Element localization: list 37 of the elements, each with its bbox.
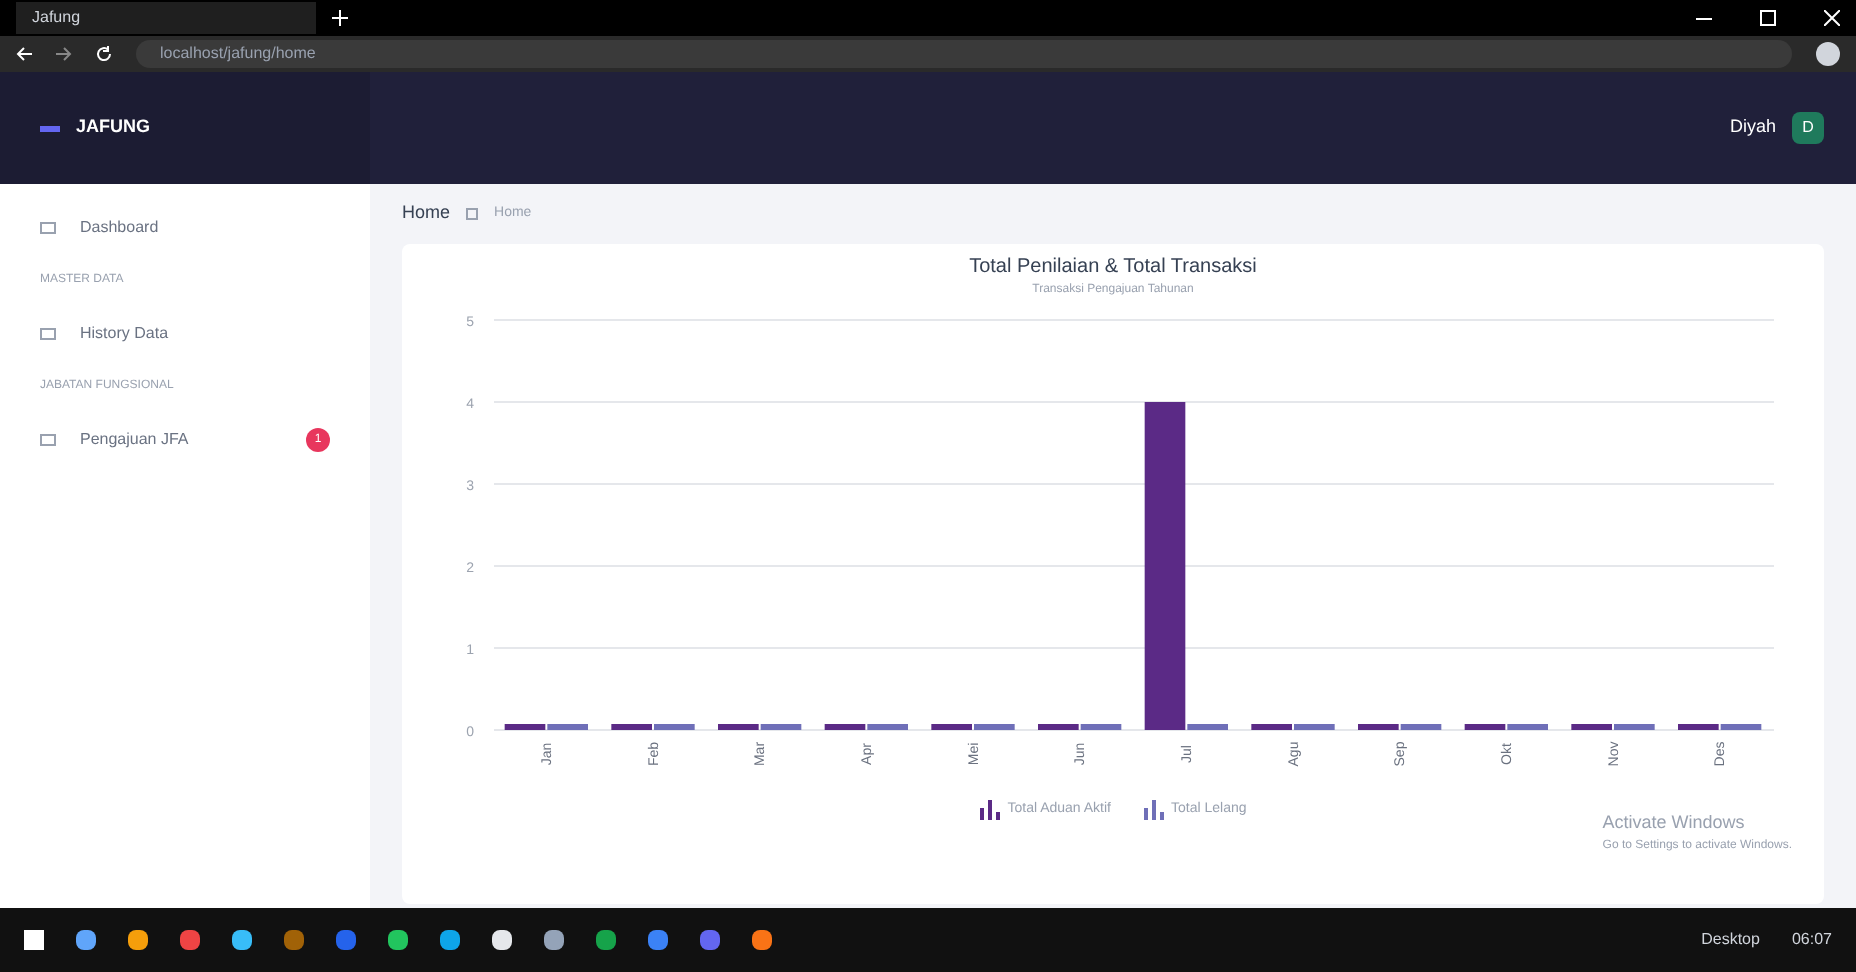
close-icon[interactable] (1824, 10, 1840, 26)
new-tab-icon[interactable] (332, 10, 348, 26)
minimize-icon[interactable] (1696, 17, 1712, 19)
taskbar-app-icon[interactable] (440, 930, 460, 950)
chart-title: Total Penilaian & Total Transaksi (969, 253, 1257, 281)
menu-item-icon (40, 328, 56, 340)
menu-item-icon (40, 434, 56, 446)
forward-icon[interactable] (56, 46, 72, 62)
taskbar-app-icon[interactable] (492, 930, 512, 950)
address-field[interactable]: localhost/jafung/home (136, 40, 1792, 68)
taskbar-app-icon[interactable] (388, 930, 408, 950)
start-icon[interactable] (24, 930, 44, 950)
user-avatar[interactable]: D (1792, 112, 1824, 144)
bar-chart-icon (1143, 799, 1163, 820)
tray-label[interactable]: Desktop (1701, 928, 1760, 952)
taskbar-app-icon[interactable] (752, 930, 772, 950)
activation-title: Activate Windows (1602, 810, 1747, 836)
clock[interactable]: 06:07 (1791, 928, 1832, 952)
bar-chart-icon (979, 799, 1000, 820)
sidebar-item[interactable]: History Data (40, 322, 330, 346)
home-icon (466, 207, 479, 220)
taskbar-app-icon[interactable] (76, 930, 96, 950)
taskbar-app-icon[interactable] (596, 930, 616, 950)
menu-item-icon (40, 222, 56, 234)
taskbar-app-icon[interactable] (232, 930, 252, 950)
taskbar-app-icon[interactable] (128, 930, 148, 950)
logo-icon (40, 125, 60, 131)
logo-text: JAFUNG (76, 114, 151, 141)
profile-icon[interactable] (1816, 42, 1840, 66)
user-name[interactable]: Diyah (1729, 114, 1776, 142)
page-title: Home (402, 200, 451, 226)
browser-tab[interactable]: Jafung (16, 2, 316, 34)
taskbar-app-icon[interactable] (544, 930, 564, 950)
back-icon[interactable] (16, 46, 32, 62)
maximize-icon[interactable] (1760, 10, 1776, 26)
reload-icon[interactable] (96, 46, 112, 62)
sidebar-item[interactable]: Dashboard (40, 216, 330, 240)
